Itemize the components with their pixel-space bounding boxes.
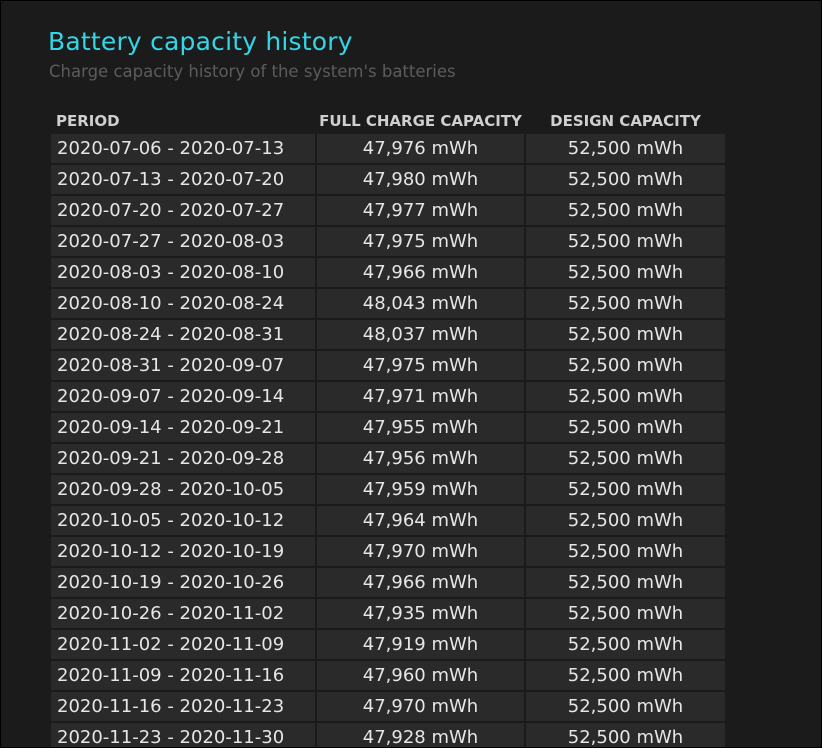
full-charge-capacity-cell: 47,935 mWh xyxy=(317,599,524,628)
design-capacity-cell: 52,500 mWh xyxy=(526,289,725,318)
design-capacity-cell: 52,500 mWh xyxy=(526,537,725,566)
full-charge-capacity-cell: 47,964 mWh xyxy=(317,506,524,535)
table-row: 2020-11-02 - 2020-11-09 47,919 mWh 52,500 … xyxy=(51,630,725,659)
battery-capacity-history-table: PERIOD FULL CHARGE CAPACITY DESIGN CAPAC… xyxy=(49,106,727,747)
design-capacity-cell: 52,500 mWh xyxy=(526,258,725,287)
column-header-full-charge-capacity: FULL CHARGE CAPACITY xyxy=(319,112,522,130)
design-capacity-cell: 52,500 mWh xyxy=(526,475,725,504)
full-charge-capacity-cell: 47,975 mWh xyxy=(317,351,524,380)
full-charge-capacity-cell: 47,970 mWh xyxy=(317,692,524,721)
design-capacity-cell: 52,500 mWh xyxy=(526,134,725,163)
period-cell: 2020-11-16 - 2020-11-23 xyxy=(51,692,315,721)
full-charge-capacity-cell: 47,919 mWh xyxy=(317,630,524,659)
table-row: 2020-10-05 - 2020-10-12 47,964 mWh 52,500 … xyxy=(51,506,725,535)
design-capacity-cell: 52,500 mWh xyxy=(526,599,725,628)
table-row: 2020-08-10 - 2020-08-24 48,043 mWh 52,500 … xyxy=(51,289,725,318)
full-charge-capacity-cell: 47,955 mWh xyxy=(317,413,524,442)
full-charge-capacity-cell: 47,966 mWh xyxy=(317,258,524,287)
design-capacity-cell: 52,500 mWh xyxy=(526,413,725,442)
period-cell: 2020-10-05 - 2020-10-12 xyxy=(51,506,315,535)
table-row: 2020-09-07 - 2020-09-14 47,971 mWh 52,500 … xyxy=(51,382,725,411)
table-row: 2020-10-12 - 2020-10-19 47,970 mWh 52,500 … xyxy=(51,537,725,566)
period-cell: 2020-10-19 - 2020-10-26 xyxy=(51,568,315,597)
design-capacity-cell: 52,500 mWh xyxy=(526,320,725,349)
period-cell: 2020-10-12 - 2020-10-19 xyxy=(51,537,315,566)
full-charge-capacity-cell: 48,037 mWh xyxy=(317,320,524,349)
design-capacity-cell: 52,500 mWh xyxy=(526,506,725,535)
column-header-design-capacity: DESIGN CAPACITY xyxy=(550,112,701,130)
period-cell: 2020-09-14 - 2020-09-21 xyxy=(51,413,315,442)
full-charge-capacity-cell: 47,970 mWh xyxy=(317,537,524,566)
period-cell: 2020-07-13 - 2020-07-20 xyxy=(51,165,315,194)
table-row: 2020-09-14 - 2020-09-21 47,955 mWh 52,500 … xyxy=(51,413,725,442)
full-charge-capacity-cell: 47,971 mWh xyxy=(317,382,524,411)
period-cell: 2020-08-03 - 2020-08-10 xyxy=(51,258,315,287)
period-cell: 2020-09-21 - 2020-09-28 xyxy=(51,444,315,473)
period-cell: 2020-10-26 - 2020-11-02 xyxy=(51,599,315,628)
design-capacity-cell: 52,500 mWh xyxy=(526,692,725,721)
design-capacity-cell: 52,500 mWh xyxy=(526,227,725,256)
full-charge-capacity-cell: 47,976 mWh xyxy=(317,134,524,163)
design-capacity-cell: 52,500 mWh xyxy=(526,444,725,473)
table-row: 2020-11-16 - 2020-11-23 47,970 mWh 52,500 … xyxy=(51,692,725,721)
full-charge-capacity-cell: 47,956 mWh xyxy=(317,444,524,473)
full-charge-capacity-cell: 47,980 mWh xyxy=(317,165,524,194)
full-charge-capacity-cell: 48,043 mWh xyxy=(317,289,524,318)
full-charge-capacity-cell: 47,928 mWh xyxy=(317,723,524,747)
table-row: 2020-08-03 - 2020-08-10 47,966 mWh 52,500 … xyxy=(51,258,725,287)
period-cell: 2020-11-09 - 2020-11-16 xyxy=(51,661,315,690)
design-capacity-cell: 52,500 mWh xyxy=(526,568,725,597)
page-subtitle: Charge capacity history of the system's … xyxy=(49,62,456,81)
full-charge-capacity-cell: 47,960 mWh xyxy=(317,661,524,690)
period-cell: 2020-09-07 - 2020-09-14 xyxy=(51,382,315,411)
page-title: Battery capacity history xyxy=(48,27,353,56)
period-cell: 2020-11-02 - 2020-11-09 xyxy=(51,630,315,659)
design-capacity-cell: 52,500 mWh xyxy=(526,630,725,659)
period-cell: 2020-08-24 - 2020-08-31 xyxy=(51,320,315,349)
period-cell: 2020-08-10 - 2020-08-24 xyxy=(51,289,315,318)
period-cell: 2020-11-23 - 2020-11-30 xyxy=(51,723,315,747)
table-row: 2020-09-28 - 2020-10-05 47,959 mWh 52,500 … xyxy=(51,475,725,504)
table-row: 2020-07-13 - 2020-07-20 47,980 mWh 52,500 … xyxy=(51,165,725,194)
design-capacity-cell: 52,500 mWh xyxy=(526,351,725,380)
period-cell: 2020-07-06 - 2020-07-13 xyxy=(51,134,315,163)
table-row: 2020-09-21 - 2020-09-28 47,956 mWh 52,500 … xyxy=(51,444,725,473)
table-row: 2020-10-19 - 2020-10-26 47,966 mWh 52,500 … xyxy=(51,568,725,597)
full-charge-capacity-cell: 47,977 mWh xyxy=(317,196,524,225)
table-row: 2020-10-26 - 2020-11-02 47,935 mWh 52,500 … xyxy=(51,599,725,628)
design-capacity-cell: 52,500 mWh xyxy=(526,382,725,411)
period-cell: 2020-07-20 - 2020-07-27 xyxy=(51,196,315,225)
design-capacity-cell: 52,500 mWh xyxy=(526,196,725,225)
period-cell: 2020-09-28 - 2020-10-05 xyxy=(51,475,315,504)
column-header-period: PERIOD xyxy=(56,112,120,130)
design-capacity-cell: 52,500 mWh xyxy=(526,661,725,690)
table-row: 2020-07-20 - 2020-07-27 47,977 mWh 52,500 … xyxy=(51,196,725,225)
full-charge-capacity-cell: 47,975 mWh xyxy=(317,227,524,256)
full-charge-capacity-cell: 47,966 mWh xyxy=(317,568,524,597)
table-row: 2020-11-23 - 2020-11-30 47,928 mWh 52,500 … xyxy=(51,723,725,747)
table-header-row: PERIOD FULL CHARGE CAPACITY DESIGN CAPAC… xyxy=(51,108,725,132)
report-frame: Battery capacity history Charge capacity… xyxy=(0,0,822,748)
table-row: 2020-07-27 - 2020-08-03 47,975 mWh 52,500 … xyxy=(51,227,725,256)
table-row: 2020-07-06 - 2020-07-13 47,976 mWh 52,500 … xyxy=(51,134,725,163)
design-capacity-cell: 52,500 mWh xyxy=(526,165,725,194)
full-charge-capacity-cell: 47,959 mWh xyxy=(317,475,524,504)
period-cell: 2020-08-31 - 2020-09-07 xyxy=(51,351,315,380)
table-row: 2020-08-31 - 2020-09-07 47,975 mWh 52,500 … xyxy=(51,351,725,380)
period-cell: 2020-07-27 - 2020-08-03 xyxy=(51,227,315,256)
table-row: 2020-08-24 - 2020-08-31 48,037 mWh 52,500 … xyxy=(51,320,725,349)
design-capacity-cell: 52,500 mWh xyxy=(526,723,725,747)
table-row: 2020-11-09 - 2020-11-16 47,960 mWh 52,500 … xyxy=(51,661,725,690)
